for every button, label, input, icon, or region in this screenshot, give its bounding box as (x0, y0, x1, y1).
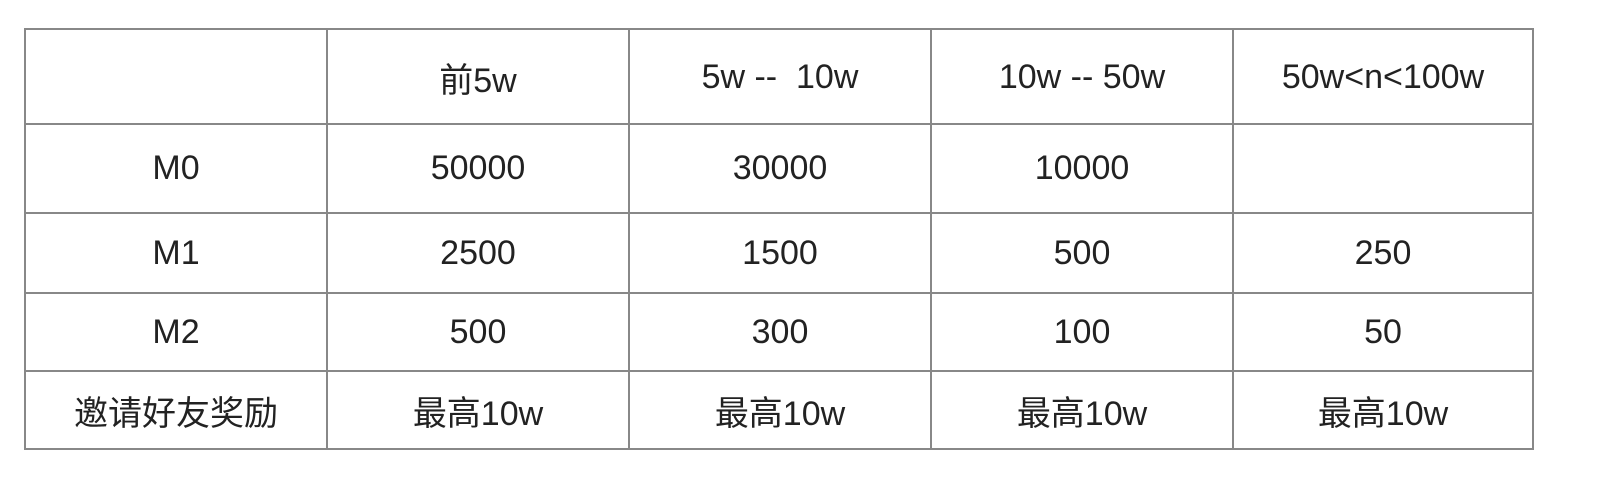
header-cell-empty (24, 28, 328, 125)
row-label: 邀请好友奖励 (24, 370, 328, 450)
table-cell: 1500 (628, 212, 932, 294)
row-label: M2 (24, 292, 328, 372)
table-row: M2 500 300 100 50 (24, 292, 1534, 372)
header-cell-tier-1: 前5w (326, 28, 630, 125)
header-row: 前5w 5w -- 10w 10w -- 50w 50w<n<100w (24, 28, 1534, 125)
table-row: 邀请好友奖励 最高10w 最高10w 最高10w 最高10w (24, 370, 1534, 450)
table-cell: 2500 (326, 212, 630, 294)
table-cell: 50 (1232, 292, 1534, 372)
header-cell-tier-3: 10w -- 50w (930, 28, 1234, 125)
header-cell-tier-2: 5w -- 10w (628, 28, 932, 125)
row-label: M0 (24, 123, 328, 214)
reward-table-container: 前5w 5w -- 10w 10w -- 50w 50w<n<100w M0 5… (24, 28, 1534, 450)
table-cell: 50000 (326, 123, 630, 214)
table-row: M0 50000 30000 10000 (24, 123, 1534, 214)
table-cell: 10000 (930, 123, 1234, 214)
row-label: M1 (24, 212, 328, 294)
reward-table: 前5w 5w -- 10w 10w -- 50w 50w<n<100w M0 5… (24, 28, 1534, 450)
table-cell: 500 (930, 212, 1234, 294)
table-cell: 30000 (628, 123, 932, 214)
header-cell-tier-4: 50w<n<100w (1232, 28, 1534, 125)
table-cell: 最高10w (628, 370, 932, 450)
table-cell: 300 (628, 292, 932, 372)
table-cell: 500 (326, 292, 630, 372)
table-cell: 最高10w (930, 370, 1234, 450)
table-cell (1232, 123, 1534, 214)
table-cell: 250 (1232, 212, 1534, 294)
table-cell: 100 (930, 292, 1234, 372)
table-cell: 最高10w (326, 370, 630, 450)
table-row: M1 2500 1500 500 250 (24, 212, 1534, 294)
table-cell: 最高10w (1232, 370, 1534, 450)
